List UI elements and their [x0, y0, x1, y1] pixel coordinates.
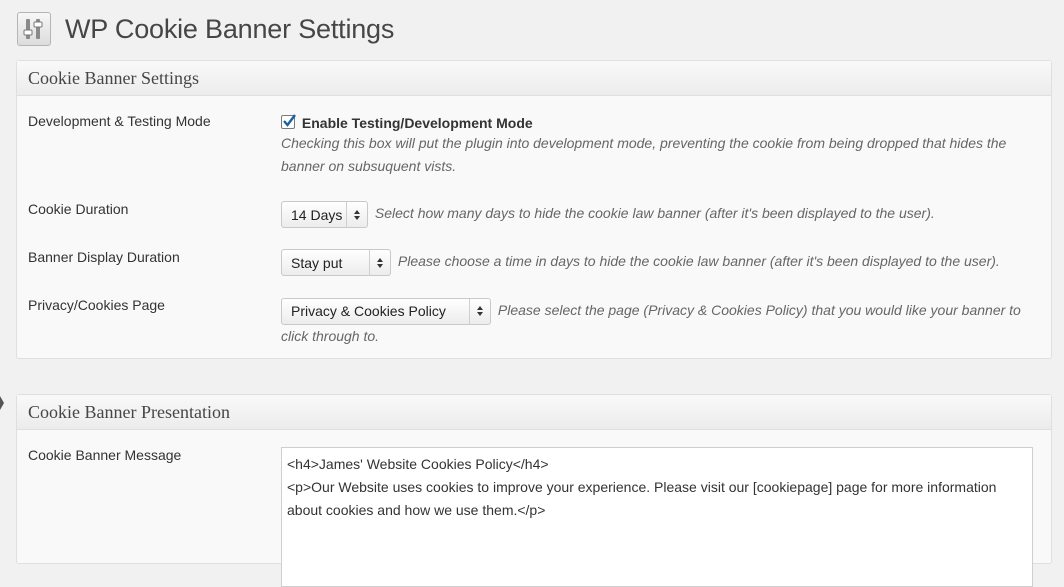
dev-mode-checkbox-label[interactable]: Enable Testing/Development Mode [302, 115, 533, 131]
banner-display-label: Banner Display Duration [28, 249, 180, 265]
page-header: WP Cookie Banner Settings [17, 11, 394, 47]
message-label: Cookie Banner Message [28, 447, 182, 463]
page-title: WP Cookie Banner Settings [65, 13, 395, 44]
privacy-page-select[interactable]: Privacy & Cookies Policy [281, 297, 491, 325]
banner-display-description: Please choose a time in days to hide the… [397, 253, 1000, 270]
collapse-arrow-icon[interactable] [0, 396, 4, 410]
select-arrows-icon [369, 250, 390, 275]
dev-mode-description: Checking this box will put the plugin in… [281, 135, 1007, 174]
select-arrows-icon [469, 298, 490, 324]
dev-mode-label: Development & Testing Mode [28, 113, 211, 129]
privacy-page-description-line1: Please select the page (Privacy & Cookie… [497, 302, 1021, 318]
banner-display-select[interactable]: Stay put [281, 249, 391, 276]
cookie-banner-presentation-box: Cookie Banner Presentation Cookie Banner… [16, 394, 1052, 587]
settings-sliders-icon [17, 12, 51, 46]
presentation-box-title: Cookie Banner Presentation [17, 395, 1051, 430]
privacy-page-description-line2: click through to. [281, 327, 380, 344]
settings-box-title: Cookie Banner Settings [17, 61, 1051, 96]
dev-mode-checkbox[interactable] [281, 114, 296, 129]
cookie-banner-message-textarea[interactable]: <h4>James' Website Cookies Policy</h4> <… [281, 447, 1033, 587]
select-arrows-icon [346, 202, 367, 227]
cookie-duration-description: Select how many days to hide the cookie … [374, 205, 935, 222]
checkmark-icon [283, 114, 296, 127]
cookie-duration-label: Cookie Duration [28, 201, 129, 217]
privacy-page-label: Privacy/Cookies Page [28, 297, 165, 313]
cookie-banner-settings-box: Cookie Banner Settings Development & Tes… [16, 60, 1052, 359]
cookie-duration-select[interactable]: 14 Days [281, 201, 368, 228]
